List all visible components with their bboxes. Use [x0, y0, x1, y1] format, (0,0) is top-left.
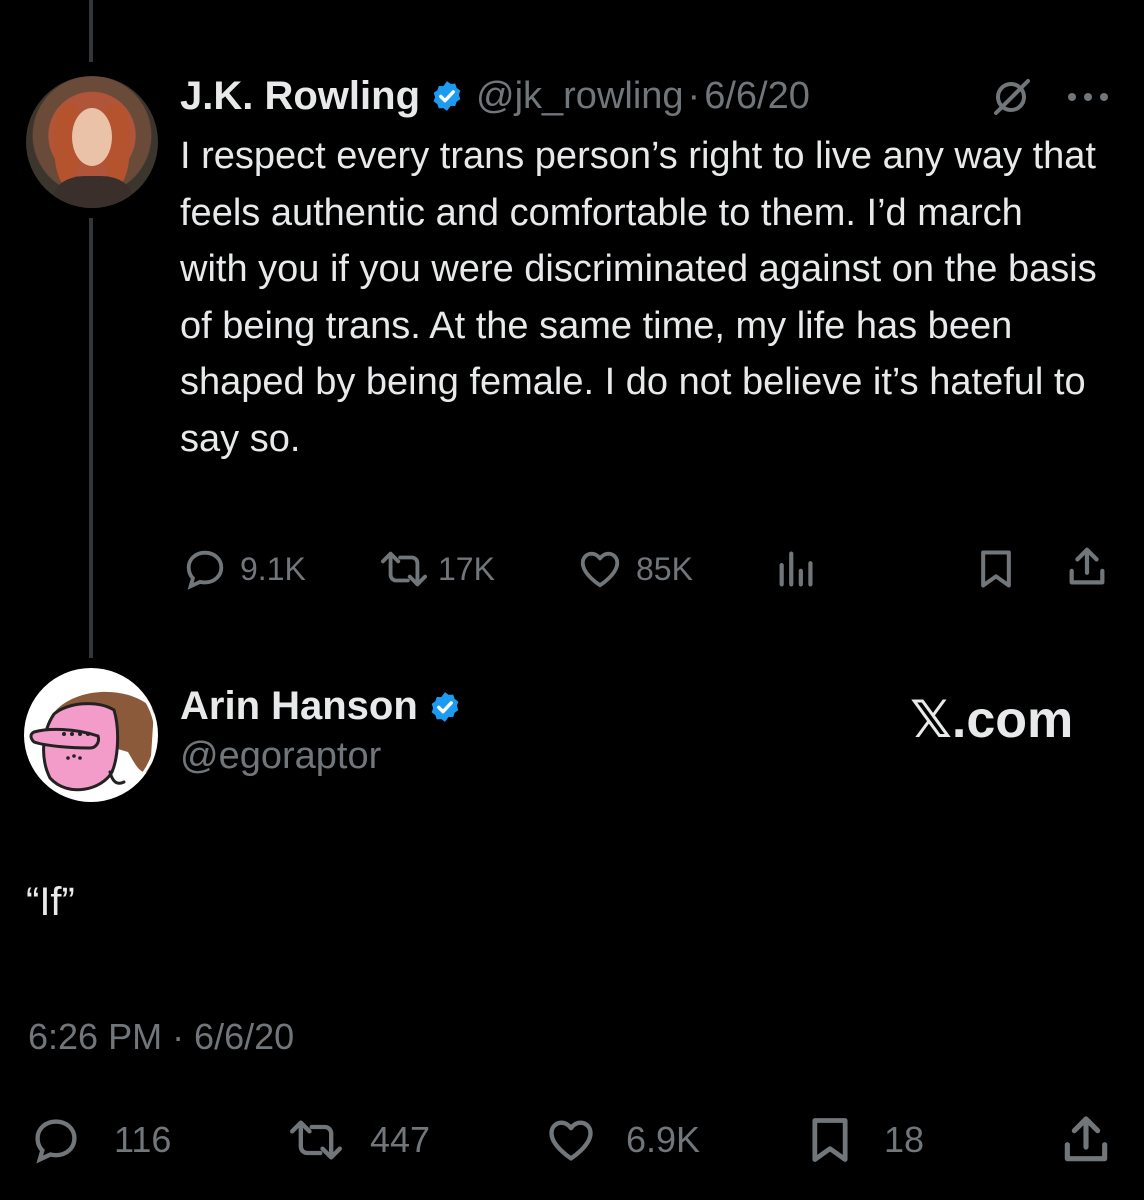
bookmark-button[interactable] [974, 546, 1018, 592]
reply-button[interactable]: 116 [28, 1114, 171, 1166]
share-button[interactable] [1058, 1112, 1114, 1168]
author-handle[interactable]: @jk_rowling [476, 75, 684, 118]
tweet-header-actions [990, 76, 1110, 118]
more-icon[interactable] [1066, 87, 1110, 107]
tweet-text: I respect every trans person’s right to … [180, 135, 1097, 460]
avatar[interactable] [24, 668, 158, 802]
thread-line [89, 218, 93, 658]
views-icon [779, 551, 813, 587]
author-handle[interactable]: @egoraptor [180, 735, 381, 778]
tweet-header: J.K. Rowling @jk_rowling · 6/6/20 [180, 70, 810, 122]
avatar-illustration [24, 668, 158, 802]
share-button[interactable] [1064, 544, 1110, 590]
like-button[interactable]: 85K [576, 546, 693, 592]
watermark: 𝕏.com [910, 691, 1074, 749]
repost-icon [290, 1120, 343, 1160]
like-count: 85K [636, 550, 693, 587]
like-icon [580, 551, 620, 588]
like-count: 6.9K [626, 1119, 701, 1160]
share-icon [1069, 547, 1105, 585]
author-name[interactable]: J.K. Rowling [180, 74, 420, 119]
separator: · [687, 74, 701, 117]
tweet-header: Arin Hanson [180, 684, 462, 729]
views-button[interactable] [774, 546, 820, 592]
tweet-date[interactable]: 6/6/20 [704, 75, 810, 118]
repost-count: 17K [438, 550, 495, 587]
reply-button[interactable]: 9.1K [182, 546, 306, 592]
tweet-timestamp[interactable]: 6:26 PM · 6/6/20 [28, 1016, 294, 1058]
author-name[interactable]: Arin Hanson [180, 684, 418, 729]
thread-line [89, 0, 93, 62]
like-button[interactable]: 6.9K [542, 1114, 700, 1166]
bookmark-icon [812, 1118, 848, 1162]
avatar[interactable] [26, 76, 158, 208]
reply-icon [186, 550, 224, 590]
tweet-text: “If” [26, 880, 75, 924]
grok-icon[interactable] [990, 76, 1032, 118]
bookmark-count: 18 [884, 1119, 925, 1160]
share-icon [1064, 1116, 1108, 1162]
reply-icon [35, 1119, 77, 1164]
bookmark-icon [981, 550, 1011, 588]
repost-button[interactable]: 17K [376, 546, 495, 592]
bookmark-button[interactable]: 18 [804, 1114, 924, 1166]
repost-icon [381, 551, 428, 587]
repost-count: 447 [370, 1119, 431, 1160]
verified-badge-icon [431, 691, 459, 722]
like-icon [549, 1120, 593, 1161]
reply-count: 9.1K [240, 550, 306, 587]
reply-count: 116 [114, 1119, 172, 1160]
repost-button[interactable]: 447 [284, 1114, 430, 1166]
verified-badge-icon [433, 81, 461, 111]
